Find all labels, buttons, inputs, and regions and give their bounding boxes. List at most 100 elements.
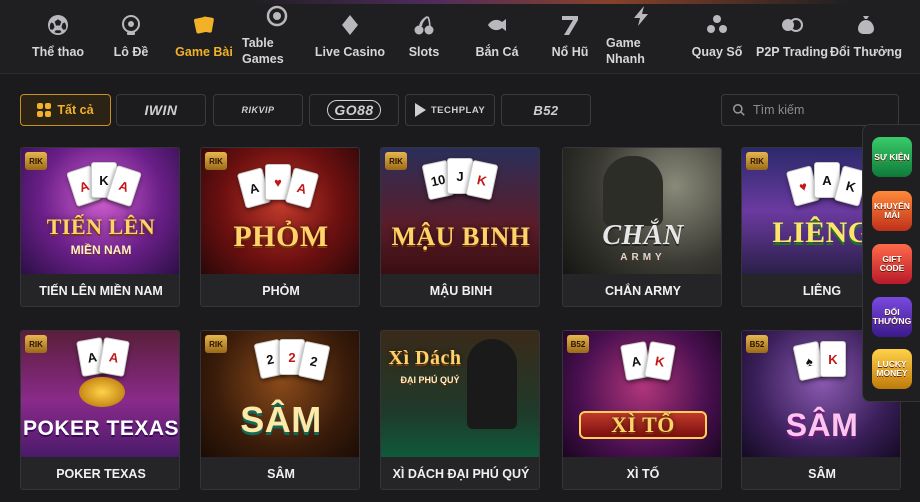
search-input[interactable] — [753, 103, 893, 117]
filter-provider-iwin[interactable]: IWIN — [116, 94, 206, 126]
game-logo: SÂM — [240, 399, 322, 440]
game-card-sam-rik[interactable]: RIK 2 2 2 SÂM SÂM — [200, 330, 360, 490]
search-icon — [732, 103, 746, 117]
grid-icon — [37, 103, 52, 117]
game-card-poker-texas[interactable]: RIK A A POKER TEXAS POKER TEXAS — [20, 330, 180, 490]
fish-icon — [484, 12, 510, 38]
techplay-logo: TECHPLAY — [430, 104, 486, 116]
game-logo-sub: ĐẠI PHÚ QUÝ — [400, 375, 460, 385]
nav-label: Game Nhanh — [606, 36, 645, 66]
b52-logo: B52 — [533, 102, 559, 118]
filter-all-button[interactable]: Tất cả — [20, 94, 111, 126]
promo-label: ĐỔI THƯỞNG — [872, 307, 912, 326]
filter-all-label: Tất cả — [57, 103, 94, 117]
promo-label: KHUYẾN MÃI — [874, 201, 910, 220]
promo-label: LUCKY MONEY — [876, 359, 908, 378]
nav-item-p2p-trading[interactable]: P2P Trading — [753, 0, 831, 74]
rikvip-logo: RIKVIP — [241, 105, 275, 115]
nav-item-live-casino[interactable]: Live Casino — [314, 0, 386, 74]
provider-badge: B52 — [746, 335, 768, 353]
provider-badge: RIK — [205, 335, 227, 353]
nav-item-doi-thuong[interactable]: Đổi Thưởng — [829, 0, 903, 74]
lottery-ball-icon — [118, 12, 144, 38]
nav-item-the-thao[interactable]: Thể thao — [28, 0, 88, 74]
game-card-xi-to[interactable]: B52 A K XÌ TỐ XÌ TỐ — [562, 330, 722, 490]
filter-provider-techplay[interactable]: TECHPLAY — [405, 94, 495, 126]
nav-label: Quay Số — [691, 45, 743, 59]
game-card-mau-binh[interactable]: RIK 10 J K MẬU BINH MẬU BINH — [380, 147, 540, 307]
nav-item-no-hu[interactable]: Nổ Hũ — [548, 0, 592, 74]
nav-label: Slots — [408, 45, 440, 59]
filter-provider-b52[interactable]: B52 — [501, 94, 591, 126]
playing-card: K — [820, 341, 846, 377]
soldier-figure — [603, 156, 663, 226]
reward-icon[interactable]: ĐỔI THƯỞNG — [872, 297, 912, 337]
game-logo: TIẾN LÊN — [46, 214, 156, 239]
game-thumbnail: CHẮN ARMY — [563, 148, 721, 274]
game-title: POKER TEXAS — [21, 457, 179, 489]
game-title: PHỎM — [201, 274, 359, 306]
gift-code-icon[interactable]: GIFT CODE — [872, 244, 912, 284]
game-thumbnail: RIK A ♥ A PHỎM — [201, 148, 359, 274]
money-bag-icon — [853, 12, 879, 38]
game-title: CHẮN ARMY — [563, 274, 721, 306]
game-logo: MẬU BINH — [391, 222, 531, 251]
nav-item-slots[interactable]: Slots — [405, 0, 443, 74]
game-thumbnail: RIK A A POKER TEXAS — [21, 331, 180, 457]
nav-label: Game Bài — [175, 45, 233, 59]
top-navigation: Thể thao Lô Đề Game Bài Table Games Live… — [0, 0, 920, 74]
game-thumbnail: RIK 10 J K MẬU BINH — [381, 148, 539, 274]
search-box[interactable] — [721, 94, 899, 126]
provider-badge: RIK — [25, 152, 47, 170]
filter-provider-go88[interactable]: GO88 — [309, 94, 399, 126]
nav-item-lo-de[interactable]: Lô Đề — [107, 0, 155, 74]
game-card-xi-dach-dai-phu-quy[interactable]: Xì Dách ĐẠI PHÚ QUÝ XÌ DÁCH ĐẠI PHÚ QUÝ — [380, 330, 540, 490]
game-logo: CHẮN — [602, 220, 684, 251]
game-card-tien-len-mien-nam[interactable]: RIK A K A TIẾN LÊN MIỀN NAM TIẾN LÊN MIỀ… — [20, 147, 180, 307]
nav-label: Live Casino — [314, 45, 386, 59]
nav-label: Thể thao — [31, 45, 85, 59]
game-thumbnail: RIK 2 2 2 SÂM — [201, 331, 359, 457]
diamond-suit-icon — [337, 12, 363, 38]
filter-provider-rikvip[interactable]: RIKVIP — [213, 94, 303, 126]
provider-badge: RIK — [25, 335, 47, 353]
go88-logo: GO88 — [327, 100, 381, 120]
cherry-icon — [411, 12, 437, 38]
nav-label: Đổi Thưởng — [829, 45, 903, 59]
side-promo-panel: SỰ KIỆN KHUYẾN MÃI GIFT CODE ĐỔI THƯỞNG … — [862, 124, 920, 402]
playing-card: K — [644, 341, 676, 381]
game-logo: XÌ TỐ — [611, 412, 675, 437]
nav-label: Nổ Hũ — [551, 45, 589, 59]
game-logo: SÂM — [785, 407, 859, 443]
promotion-icon[interactable]: KHUYẾN MÃI — [872, 191, 912, 231]
soccer-ball-icon — [45, 12, 71, 38]
game-title: TIẾN LÊN MIỀN NAM — [21, 274, 179, 306]
game-logo-sub: MIỀN NAM — [70, 243, 132, 257]
nav-label: P2P Trading — [755, 45, 828, 59]
game-title: XÌ TỐ — [563, 457, 721, 489]
nav-item-quay-so[interactable]: Quay Số — [690, 0, 744, 74]
nav-item-game-nhanh[interactable]: Game Nhanh — [606, 0, 654, 74]
game-card-phom[interactable]: RIK A ♥ A PHỎM PHỎM — [200, 147, 360, 307]
game-thumbnail: Xì Dách ĐẠI PHÚ QUÝ — [381, 331, 539, 457]
nav-item-game-bai[interactable]: Game Bài — [172, 0, 236, 74]
game-title: SÂM — [201, 457, 359, 489]
event-icon[interactable]: SỰ KIỆN — [872, 137, 912, 177]
number-seven-icon — [557, 12, 583, 38]
game-logo: PHỎM — [233, 220, 329, 253]
game-logo: POKER TEXAS — [22, 417, 180, 440]
game-logo-sub: ARMY — [620, 252, 666, 263]
lucky-money-icon[interactable]: LUCKY MONEY — [872, 349, 912, 389]
nav-item-table-games[interactable]: Table Games — [240, 0, 292, 74]
provider-badge: B52 — [567, 335, 589, 353]
game-title: MẬU BINH — [381, 274, 539, 306]
p2p-icon — [779, 12, 805, 38]
game-card-chan-army[interactable]: CHẮN ARMY CHẮN ARMY — [562, 147, 722, 307]
provider-badge: RIK — [385, 152, 407, 170]
techplay-play-icon — [414, 103, 426, 117]
nav-label: Lô Đề — [113, 45, 149, 59]
chip-stack — [79, 377, 125, 407]
promo-label: GIFT CODE — [879, 254, 905, 273]
nav-label: Bắn Cá — [475, 45, 519, 59]
nav-item-ban-ca[interactable]: Bắn Cá — [474, 0, 520, 74]
